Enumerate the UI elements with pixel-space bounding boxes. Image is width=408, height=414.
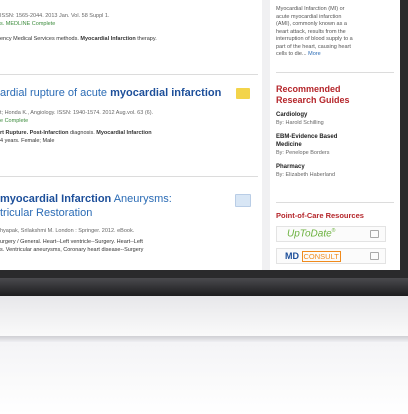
point-of-care-heading: Point-of-Care Resources — [276, 211, 364, 220]
result-1-snippet-end: therapy. — [135, 36, 157, 42]
uptodate-label: UpToDate — [287, 228, 332, 240]
guide-name[interactable]: Cardiology — [276, 111, 392, 119]
result-2-title-link[interactable]: ardial rupture of acute myocardial infar… — [0, 86, 258, 100]
sidebar-divider — [276, 72, 394, 73]
result-2-snippet: rt Rupture. Post-Infarction diagnosis. M… — [0, 129, 258, 137]
guide-item-ebm[interactable]: EBM-Evidence Based Medicine By: Penelope… — [276, 133, 392, 157]
result-2-snippet-text: diagnosis. — [68, 130, 97, 136]
summary-line: acute myocardial infarction — [276, 13, 342, 20]
more-link[interactable]: More — [308, 51, 321, 57]
summary-line: interruption of blood supply to a — [276, 36, 353, 42]
summary-line: (AMI), commonly known as a — [276, 21, 347, 27]
result-2-meta: t; Honda K., Angiology. ISSN: 1940-1574.… — [0, 110, 154, 116]
right-sidebar: Myocardial Infarction (MI) or acute myoc… — [270, 0, 394, 270]
result-1-database-link[interactable]: s. MEDLINE Complete — [0, 20, 258, 28]
result-1-meta: ISSN: 1565-2044. 2013 Jan. Vol. 58 Suppl… — [0, 13, 110, 19]
laptop-screen-bezel: ISSN: 1565-2044. 2013 Jan. Vol. 58 Suppl… — [0, 0, 408, 278]
result-2-title-text: ardial rupture of acute — [0, 87, 111, 99]
desk-surface — [0, 342, 408, 414]
summary-line: heart attack, results from the — [276, 28, 346, 35]
result-3-title-line2[interactable]: tricular Restoration — [0, 206, 258, 220]
guide-name[interactable]: EBM-Evidence Based — [276, 133, 392, 141]
uptodate-logo: UpToDate® — [287, 228, 335, 239]
guide-author: By: Elizabeth Haberland — [276, 172, 336, 178]
guide-item-pharmacy[interactable]: Pharmacy By: Elizabeth Haberland — [276, 163, 392, 179]
laptop-base — [0, 296, 408, 336]
mdconsult-resource-link[interactable]: MD CONSULT — [276, 248, 386, 264]
summary-line: Myocardial Infarction (MI) or — [276, 6, 345, 12]
mdconsult-md: MD — [285, 251, 299, 261]
result-3-title-text: Aneurysms: — [111, 193, 172, 205]
summary-line: part of the heart, causing heart — [276, 43, 351, 50]
result-2-database-link[interactable]: e Complete — [0, 117, 258, 125]
result-1-snippet-text: ency Medical Services methods. — [0, 36, 81, 42]
topic-summary: Myocardial Infarction (MI) or acute myoc… — [276, 6, 392, 59]
research-guides-heading-line2: Research Guides — [276, 95, 350, 105]
add-to-folder-icon[interactable] — [235, 194, 251, 207]
result-3-title-highlight: myocardial Infarction — [0, 193, 112, 205]
result-3-snippet-line2: s. Ventricular aneurysms, Coronary heart… — [0, 247, 144, 253]
result-item-3[interactable]: myocardial Infarction Aneurysms: tricula… — [0, 192, 258, 254]
summary-line: cells to die... — [276, 51, 307, 57]
summary-last-line: cells to die... More — [276, 51, 392, 59]
results-list: ISSN: 1565-2044. 2013 Jan. Vol. 58 Suppl… — [0, 0, 262, 270]
result-2-snippet-subject: rt Rupture. Post-Infarction — [0, 130, 69, 136]
guide-name[interactable]: Pharmacy — [276, 163, 392, 171]
sidebar-divider — [276, 202, 394, 203]
external-link-icon — [370, 252, 379, 260]
result-1-snippet: ency Medical Services methods. Myocardia… — [0, 35, 258, 43]
guide-item-cardiology[interactable]: Cardiology By: Harold Schilling — [276, 111, 392, 127]
result-2-snippet-line2: 4 years. Female; Male — [0, 138, 55, 144]
add-to-folder-icon[interactable] — [236, 88, 250, 99]
uptodate-resource-link[interactable]: UpToDate® — [276, 226, 386, 242]
research-guides-heading-line1: Recommended — [276, 84, 341, 94]
result-item-1: ISSN: 1565-2044. 2013 Jan. Vol. 58 Suppl… — [0, 12, 258, 43]
research-guides-heading: Recommended Research Guides — [276, 84, 350, 106]
mdconsult-logo: MD CONSULT — [285, 251, 341, 262]
uptodate-trademark: ® — [331, 228, 336, 234]
result-3-title-link[interactable]: myocardial Infarction Aneurysms: — [0, 192, 258, 206]
result-2-title-highlight: myocardial infarction — [110, 87, 222, 99]
guide-author: By: Penelope Borders — [276, 150, 330, 156]
result-3-meta: hyapak, Srilakshmi M. London : Springer.… — [0, 228, 135, 234]
browser-screen: ISSN: 1565-2044. 2013 Jan. Vol. 58 Suppl… — [0, 0, 400, 270]
column-gutter — [262, 0, 270, 270]
research-guides-list: Cardiology By: Harold Schilling EBM-Evid… — [276, 111, 392, 179]
result-3-snippet: urgery / General. Heart--Left ventricle-… — [0, 239, 143, 245]
laptop-hinge — [0, 278, 408, 296]
result-divider — [0, 74, 258, 75]
result-divider — [0, 176, 258, 177]
result-2-snippet-highlight: Myocardial Infarction — [96, 130, 152, 136]
guide-name-line2[interactable]: Medicine — [276, 141, 392, 149]
guide-author: By: Harold Schilling — [276, 120, 324, 126]
result-1-snippet-highlight: Myocardial Infarction — [80, 36, 136, 42]
mdconsult-consult: CONSULT — [301, 251, 341, 262]
external-link-icon — [370, 230, 379, 238]
result-item-2[interactable]: ardial rupture of acute myocardial infar… — [0, 86, 258, 145]
